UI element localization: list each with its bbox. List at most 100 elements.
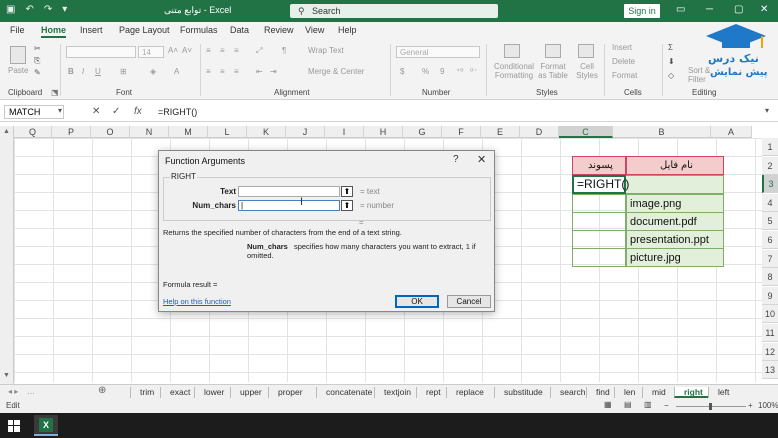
- sheet-tab-lower[interactable]: lower: [194, 387, 230, 398]
- format-table-icon[interactable]: [545, 44, 561, 58]
- shrink-font-icon[interactable]: A˅: [182, 46, 192, 55]
- sheet-tab-len[interactable]: len: [614, 387, 642, 398]
- dialog-help-button[interactable]: ?: [453, 154, 459, 165]
- conditional-formatting-button[interactable]: Conditional Formatting: [492, 62, 536, 80]
- cancel-button[interactable]: Cancel: [447, 295, 491, 308]
- sheet-nav-more-icon[interactable]: …: [27, 387, 35, 396]
- zoom-out-icon[interactable]: −: [664, 401, 669, 410]
- paste-icon[interactable]: [10, 46, 26, 64]
- tab-help[interactable]: Help: [338, 25, 357, 35]
- cell-styles-icon[interactable]: [578, 44, 594, 58]
- sheet-tab-trim[interactable]: trim: [130, 387, 160, 398]
- search-box[interactable]: ⚲ Search: [290, 4, 498, 18]
- enter-formula-button[interactable]: ✓: [112, 106, 120, 117]
- filename-cell[interactable]: document.pdf: [626, 212, 724, 231]
- formula-content[interactable]: =RIGHT(): [158, 107, 197, 117]
- copy-icon[interactable]: ⎘: [34, 56, 40, 66]
- column-header-a[interactable]: A: [711, 126, 752, 138]
- tab-file[interactable]: File: [10, 25, 25, 35]
- save-icon[interactable]: ▣: [6, 4, 15, 15]
- maximize-icon[interactable]: ▢: [734, 4, 743, 15]
- paste-label[interactable]: Paste: [8, 66, 28, 75]
- rtl-icon[interactable]: ¶: [282, 46, 286, 55]
- number-format-box[interactable]: General: [396, 46, 480, 58]
- align-top-icon[interactable]: ≡: [206, 46, 211, 55]
- row-header-7[interactable]: 7: [762, 249, 778, 268]
- sheet-tab-upper[interactable]: upper: [230, 387, 268, 398]
- font-name-box[interactable]: [66, 46, 136, 58]
- borders-icon[interactable]: ⊞: [120, 67, 127, 76]
- sheet-tab-left[interactable]: left: [708, 387, 736, 398]
- format-as-table-button[interactable]: Format as Table: [536, 62, 570, 80]
- page-break-view-icon[interactable]: ▥: [644, 400, 652, 409]
- filename-cell[interactable]: image.png: [626, 194, 724, 213]
- underline-button[interactable]: U: [95, 67, 101, 76]
- bold-button[interactable]: B: [68, 67, 74, 76]
- orientation-icon[interactable]: ⤢: [256, 46, 262, 56]
- zoom-level[interactable]: 100%: [758, 401, 778, 410]
- column-header-p[interactable]: P: [52, 126, 91, 138]
- align-left-icon[interactable]: ≡: [206, 67, 211, 76]
- fill-icon[interactable]: ⬇: [668, 57, 675, 66]
- excel-taskbar-button[interactable]: X: [34, 415, 58, 436]
- tab-formulas[interactable]: Formulas: [180, 25, 218, 35]
- currency-button[interactable]: $: [400, 67, 404, 76]
- align-center-icon[interactable]: ≡: [220, 67, 225, 76]
- sheet-tab-replace[interactable]: replace: [446, 387, 494, 398]
- row-header-13[interactable]: 13: [762, 361, 778, 380]
- zoom-slider-thumb[interactable]: [709, 403, 712, 410]
- sheet-tab-proper[interactable]: proper: [268, 387, 316, 398]
- tab-data[interactable]: Data: [230, 25, 249, 35]
- comma-button[interactable]: 9: [440, 67, 444, 76]
- column-header-e[interactable]: E: [481, 126, 520, 138]
- row-header-6[interactable]: 6: [762, 231, 778, 249]
- collapse-dialog-icon[interactable]: ⬆: [341, 186, 353, 197]
- clipboard-launcher-icon[interactable]: ⬔: [51, 88, 59, 97]
- active-cell-c3[interactable]: =RIGHT(): [572, 175, 629, 194]
- ribbon-display-icon[interactable]: ▭: [676, 4, 685, 15]
- row-header-4[interactable]: 4: [762, 193, 778, 212]
- sheet-tab-find[interactable]: find: [586, 387, 614, 398]
- sheet-tab-search[interactable]: search: [550, 387, 586, 398]
- row-header-12[interactable]: 12: [762, 342, 778, 361]
- column-header-i[interactable]: I: [325, 126, 364, 138]
- close-icon[interactable]: ✕: [760, 4, 768, 15]
- extension-cell[interactable]: [572, 248, 626, 267]
- sheet-tab-rept[interactable]: rept: [416, 387, 446, 398]
- delete-cells-button[interactable]: Delete: [612, 57, 635, 66]
- column-header-j[interactable]: J: [286, 126, 325, 138]
- text-arg-input[interactable]: [238, 186, 340, 197]
- row-header-9[interactable]: 9: [762, 286, 778, 305]
- cut-icon[interactable]: ✂: [34, 44, 41, 53]
- header-cell-extension[interactable]: پسوند: [572, 156, 626, 175]
- grow-font-icon[interactable]: A˄: [168, 46, 178, 55]
- cancel-formula-button[interactable]: ✕: [92, 106, 100, 117]
- minimize-icon[interactable]: ─: [706, 4, 713, 15]
- row-header-1[interactable]: 1: [762, 138, 778, 156]
- row-header-8[interactable]: 8: [762, 268, 778, 287]
- tab-page-layout[interactable]: Page Layout: [119, 25, 170, 35]
- clear-icon[interactable]: ◇: [668, 71, 674, 80]
- row-header-5[interactable]: 5: [762, 212, 778, 231]
- tab-insert[interactable]: Insert: [80, 25, 103, 35]
- sheet-nav-icon[interactable]: ◂ ▸: [8, 387, 18, 396]
- row-header-10[interactable]: 10: [762, 305, 778, 324]
- column-header-b[interactable]: B: [613, 126, 711, 138]
- normal-view-icon[interactable]: ▦: [604, 400, 612, 409]
- font-size-box[interactable]: 14: [138, 46, 164, 58]
- autosum-icon[interactable]: Σ: [668, 43, 673, 52]
- scroll-up-icon[interactable]: ▲: [3, 128, 10, 135]
- undo-icon[interactable]: ↶: [25, 4, 33, 15]
- sheet-tab-exact[interactable]: exact: [160, 387, 194, 398]
- column-header-d[interactable]: D: [520, 126, 559, 138]
- vertical-scrollbar[interactable]: ▲ ▼: [0, 126, 14, 384]
- wrap-text-button[interactable]: Wrap Text: [308, 46, 344, 55]
- format-painter-icon[interactable]: ✎: [34, 68, 41, 77]
- dialog-close-button[interactable]: ✕: [477, 153, 486, 166]
- tab-review[interactable]: Review: [264, 25, 294, 35]
- cell-styles-button[interactable]: Cell Styles: [576, 62, 598, 80]
- new-sheet-icon[interactable]: ⊕: [98, 385, 106, 396]
- zoom-in-icon[interactable]: +: [748, 401, 753, 410]
- italic-button[interactable]: I: [82, 67, 84, 76]
- merge-center-button[interactable]: Merge & Center: [308, 67, 364, 76]
